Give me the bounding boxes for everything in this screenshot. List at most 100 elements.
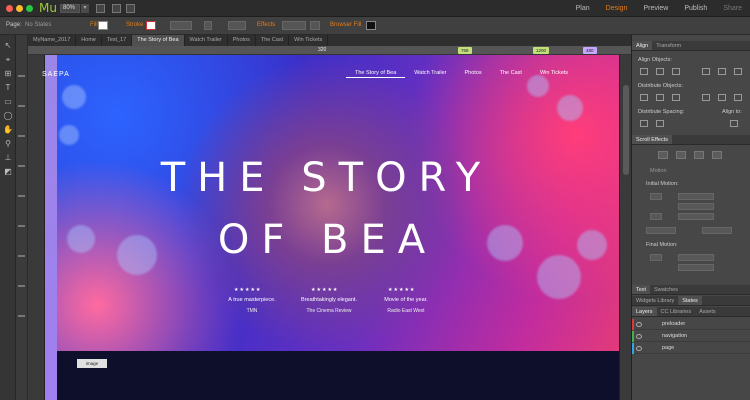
visibility-eye-icon[interactable] bbox=[636, 322, 642, 327]
final-motion-y-field[interactable] bbox=[678, 264, 714, 271]
hero-image[interactable] bbox=[57, 55, 619, 351]
tab-swatches[interactable]: Swatches bbox=[650, 285, 682, 294]
align-right-icon[interactable] bbox=[672, 68, 680, 75]
maximize-window-button[interactable] bbox=[26, 5, 33, 12]
visibility-eye-icon[interactable] bbox=[636, 334, 642, 339]
key-position-field[interactable] bbox=[646, 227, 676, 234]
stroke-swatch[interactable] bbox=[146, 21, 156, 30]
distribute-right-icon[interactable] bbox=[672, 94, 680, 101]
zoom-tool-icon[interactable]: ⚲ bbox=[3, 139, 13, 148]
initial-motion-toggle[interactable] bbox=[650, 193, 662, 200]
breakpoint-marker[interactable]: 1200 bbox=[533, 47, 550, 54]
direct-select-tool-icon[interactable]: ⌖ bbox=[3, 55, 13, 64]
final-motion-x-field[interactable] bbox=[678, 254, 714, 261]
horizontal-ruler[interactable]: 320 768 1200 480 bbox=[28, 46, 631, 55]
doc-tab[interactable]: Win Tickets bbox=[289, 35, 329, 46]
site-nav-item[interactable]: The Story of Bea bbox=[346, 69, 406, 78]
tab-scroll-effects[interactable]: Scroll Effects bbox=[632, 135, 672, 144]
review-source[interactable]: The Cinema Review bbox=[289, 308, 369, 314]
layer-row[interactable]: page bbox=[632, 343, 750, 354]
site-logo[interactable]: SAEPA bbox=[42, 71, 70, 78]
tab-transform[interactable]: Transform bbox=[652, 41, 685, 50]
hero-title-line-2[interactable]: OF BEA bbox=[200, 217, 455, 263]
effects-dropdown[interactable] bbox=[310, 21, 320, 30]
zoom-level-field[interactable]: 80% bbox=[60, 4, 80, 13]
review-quote[interactable]: Breathtakingly elegant. bbox=[289, 297, 369, 303]
layer-name[interactable]: page bbox=[662, 345, 674, 351]
align-center-icon[interactable] bbox=[656, 68, 664, 75]
visibility-eye-icon[interactable] bbox=[636, 346, 642, 351]
tab-publish[interactable]: Publish bbox=[676, 0, 715, 17]
minimize-window-button[interactable] bbox=[16, 5, 23, 12]
selection-tool-icon[interactable]: ↖ bbox=[3, 41, 13, 50]
tab-align[interactable]: Align bbox=[632, 41, 653, 50]
initial-motion-z-field[interactable] bbox=[678, 213, 714, 220]
ellipse-tool-icon[interactable]: ◯ bbox=[3, 111, 13, 120]
breakpoint-marker[interactable]: 768 bbox=[458, 47, 472, 54]
initial-motion-x-field[interactable] bbox=[678, 193, 714, 200]
motion-effect-icon[interactable] bbox=[658, 151, 668, 159]
review-quote[interactable]: Movie of the year. bbox=[366, 297, 446, 303]
site-nav-item[interactable]: Watch Trailer bbox=[405, 69, 455, 78]
align-to-icon[interactable] bbox=[730, 120, 738, 127]
export-icon[interactable] bbox=[126, 4, 135, 13]
tab-cc-libraries[interactable]: CC Libraries bbox=[657, 307, 696, 316]
tab-text[interactable]: Text bbox=[632, 285, 651, 294]
view-options-icon[interactable] bbox=[96, 4, 105, 13]
zoom-dropdown-icon[interactable]: ▾ bbox=[81, 4, 89, 13]
distribute-left-icon[interactable] bbox=[640, 94, 648, 101]
doc-tab[interactable]: The Cast bbox=[256, 35, 290, 46]
space-vertical-icon[interactable] bbox=[656, 120, 664, 127]
tab-plan[interactable]: Plan bbox=[568, 0, 598, 17]
layer-name[interactable]: navigation bbox=[662, 333, 687, 339]
doc-tab[interactable]: MyName_2017 bbox=[28, 35, 77, 46]
corner-radius-field[interactable] bbox=[228, 21, 246, 30]
tab-states[interactable]: States bbox=[678, 296, 702, 305]
distribute-middle-icon[interactable] bbox=[718, 94, 726, 101]
breakpoint-marker[interactable]: 480 bbox=[583, 47, 597, 54]
align-middle-icon[interactable] bbox=[718, 68, 726, 75]
initial-motion-toggle-2[interactable] bbox=[650, 213, 662, 220]
review-quote[interactable]: A true masterpiece. bbox=[212, 297, 292, 303]
space-horizontal-icon[interactable] bbox=[640, 120, 648, 127]
slideshow-effect-icon[interactable] bbox=[694, 151, 704, 159]
distribute-bottom-icon[interactable] bbox=[734, 94, 742, 101]
rectangle-tool-icon[interactable]: ▭ bbox=[3, 97, 13, 106]
hero-title-line-1[interactable]: THE STORY bbox=[129, 155, 524, 201]
element-tag-label[interactable]: image bbox=[77, 359, 107, 368]
stroke-width-field[interactable] bbox=[170, 21, 192, 30]
tab-preview[interactable]: Preview bbox=[635, 0, 676, 17]
review-source[interactable]: Radio East West bbox=[366, 308, 446, 314]
site-nav-item[interactable]: The Cast bbox=[491, 69, 531, 78]
canvas-scrollbar[interactable] bbox=[619, 55, 631, 400]
distribute-center-icon[interactable] bbox=[656, 94, 664, 101]
distribute-top-icon[interactable] bbox=[702, 94, 710, 101]
doc-tab[interactable]: Watch Trailer bbox=[185, 35, 228, 46]
effects-field[interactable] bbox=[282, 21, 306, 30]
tab-assets[interactable]: Assets bbox=[695, 307, 720, 316]
align-top-icon[interactable] bbox=[702, 68, 710, 75]
line-tool-icon[interactable]: ⊥ bbox=[3, 153, 13, 162]
tab-widgets-library[interactable]: Widgets Library bbox=[632, 296, 678, 305]
text-tool-icon[interactable]: T bbox=[3, 83, 13, 92]
layer-name[interactable]: preloader bbox=[662, 321, 685, 327]
align-left-icon[interactable] bbox=[640, 68, 648, 75]
color-icon[interactable]: ◩ bbox=[3, 167, 13, 176]
align-bottom-icon[interactable] bbox=[734, 68, 742, 75]
review-source[interactable]: TMN bbox=[212, 308, 292, 314]
scrollbar-thumb[interactable] bbox=[623, 85, 629, 175]
browser-fill-swatch[interactable] bbox=[366, 21, 376, 30]
initial-motion-y-field[interactable] bbox=[678, 203, 714, 210]
tab-share[interactable]: Share bbox=[715, 0, 750, 17]
corner-icon[interactable] bbox=[204, 21, 212, 30]
layer-row[interactable]: navigation bbox=[632, 331, 750, 342]
doc-tab[interactable]: Home bbox=[76, 35, 102, 46]
fill-effect-icon[interactable] bbox=[676, 151, 686, 159]
doc-tab[interactable]: Test_17 bbox=[102, 35, 133, 46]
tab-layers[interactable]: Layers bbox=[632, 307, 657, 316]
site-nav-item[interactable]: Photos bbox=[455, 69, 490, 78]
doc-tab[interactable]: Photos bbox=[228, 35, 256, 46]
fill-swatch[interactable] bbox=[98, 21, 108, 30]
page-states-value[interactable]: No States bbox=[25, 22, 51, 28]
crop-tool-icon[interactable]: ⊞ bbox=[3, 69, 13, 78]
